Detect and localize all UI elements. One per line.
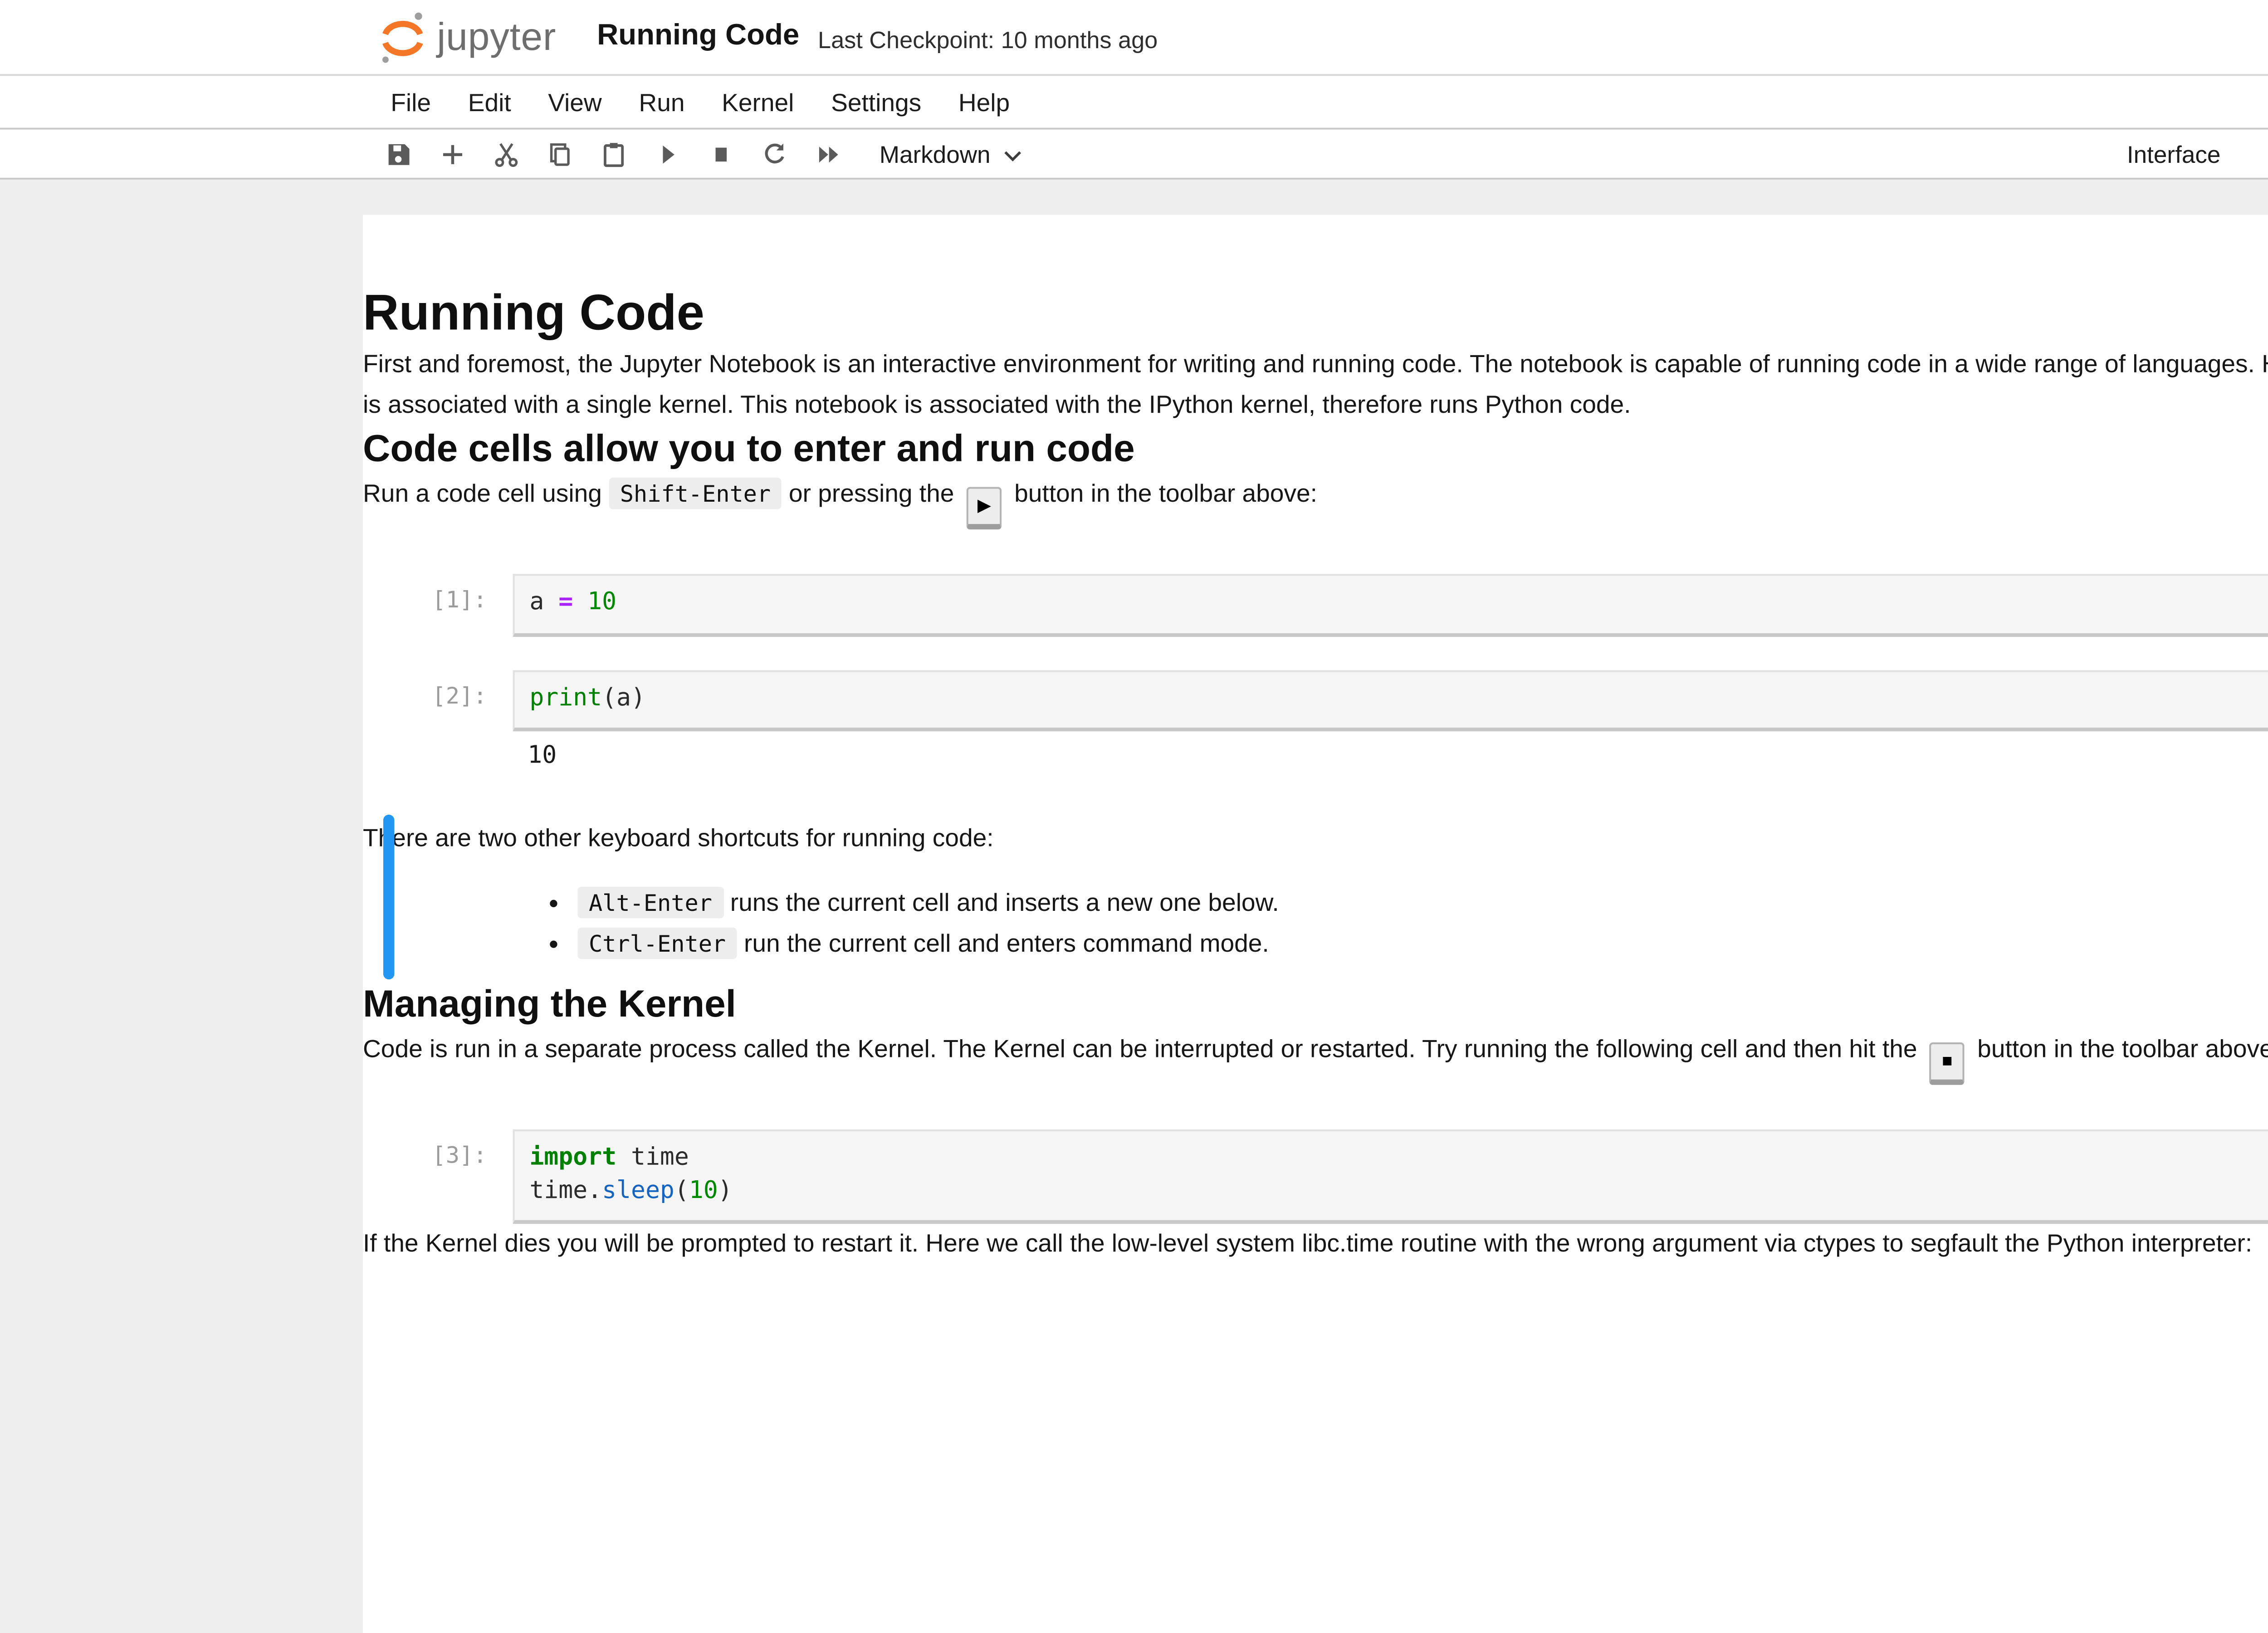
menu-view[interactable]: View bbox=[529, 76, 620, 127]
inline-code: Ctrl-Enter bbox=[577, 928, 737, 960]
jupyter-logo[interactable]: jupyter bbox=[378, 8, 557, 66]
interface-button[interactable]: Interface bbox=[2127, 140, 2221, 167]
execution-count-prompt: [1]: bbox=[432, 587, 487, 614]
execution-count-prompt: [2]: bbox=[432, 683, 487, 709]
markdown-paragraph-run[interactable]: Run a code cell using Shift-Enter or pre… bbox=[363, 474, 2268, 530]
code-cell-input[interactable]: import time time.sleep(10) bbox=[513, 1129, 2268, 1224]
inline-code: Alt-Enter bbox=[577, 886, 723, 918]
markdown-paragraph-shortcuts: There are two other keyboard shortcuts f… bbox=[363, 824, 994, 852]
notebook-scroll-area[interactable]: Running Code First and foremost, the Jup… bbox=[0, 179, 2268, 1633]
markdown-h1[interactable]: Running Code bbox=[363, 215, 2268, 344]
notebook-document: Running Code First and foremost, the Jup… bbox=[363, 215, 2268, 1633]
menu-file[interactable]: File bbox=[378, 76, 450, 127]
code-cell-2: [2]: print(a) 10 bbox=[363, 670, 2268, 775]
shortcut-list-item: Ctrl-Enter run the current cell and ente… bbox=[577, 924, 2268, 966]
menu-run[interactable]: Run bbox=[621, 76, 704, 127]
code-cell-3: [3]: import time time.sleep(10) bbox=[363, 1129, 2268, 1224]
cut-cell-icon[interactable] bbox=[491, 139, 520, 168]
markdown-paragraph-intro[interactable]: First and foremost, the Jupyter Notebook… bbox=[363, 344, 2268, 424]
stop-icon[interactable] bbox=[705, 139, 735, 168]
jupyter-wordmark: jupyter bbox=[437, 16, 557, 59]
cell-type-value: Markdown bbox=[879, 140, 991, 168]
copy-cell-icon[interactable] bbox=[544, 139, 574, 168]
markdown-h2-code-cells[interactable]: Code cells allow you to enter and run co… bbox=[363, 424, 2268, 474]
chevron-down-icon bbox=[1004, 150, 1021, 161]
selected-cell-indicator-bar bbox=[383, 815, 395, 979]
jupyter-notebook-window: jupyter Running Code Last Checkpoint: 10… bbox=[0, 0, 2268, 1633]
insert-cell-below-icon[interactable] bbox=[437, 139, 466, 168]
menu-settings[interactable]: Settings bbox=[812, 76, 940, 127]
menu-kernel[interactable]: Kernel bbox=[703, 76, 812, 127]
inline-code: Shift-Enter bbox=[609, 478, 782, 509]
toolbar-right: Interface Python 3 (ipykernel) bbox=[2127, 140, 2268, 167]
run-inline-icon: ▶ bbox=[966, 487, 1002, 530]
markdown-h2-kernel[interactable]: Managing the Kernel bbox=[363, 979, 2268, 1029]
shortcut-list: Alt-Enter runs the current cell and inse… bbox=[520, 883, 2268, 966]
run-icon[interactable] bbox=[652, 139, 681, 168]
menu-help[interactable]: Help bbox=[940, 76, 1028, 127]
execution-count-prompt: [3]: bbox=[432, 1142, 487, 1169]
stop-inline-icon: ■ bbox=[1930, 1042, 1965, 1085]
markdown-paragraph-kernel[interactable]: Code is run in a separate process called… bbox=[363, 1029, 2268, 1085]
markdown-paragraph-segfault[interactable]: If the Kernel dies you will be prompted … bbox=[363, 1224, 2268, 1264]
code-cell-input[interactable]: print(a) bbox=[513, 670, 2268, 732]
jupyter-planet-icon bbox=[382, 11, 423, 62]
menu-bar: File Edit View Run Kernel Settings Help bbox=[0, 76, 2268, 130]
toolbar: Markdown Interface Python 3 (ipykernel) bbox=[0, 129, 2268, 180]
code-cell-output: 10 bbox=[528, 743, 557, 771]
restart-run-all-icon[interactable] bbox=[813, 139, 842, 168]
menu-edit[interactable]: Edit bbox=[450, 76, 530, 127]
last-checkpoint-label: Last Checkpoint: 10 months ago bbox=[818, 25, 1158, 53]
shortcut-list-item: Alt-Enter runs the current cell and inse… bbox=[577, 883, 2268, 924]
restart-kernel-icon[interactable] bbox=[759, 139, 788, 168]
code-cell-input[interactable]: a = 10 bbox=[513, 574, 2268, 637]
notebook-title[interactable]: Running Code bbox=[597, 20, 799, 54]
paste-cell-icon[interactable] bbox=[598, 139, 627, 168]
save-icon[interactable] bbox=[383, 139, 413, 168]
selected-markdown-cell[interactable]: There are two other keyboard shortcuts f… bbox=[363, 815, 2268, 979]
toolbar-buttons bbox=[383, 139, 866, 168]
code-cell-1: [1]: a = 10 bbox=[363, 574, 2268, 637]
notebook-header: jupyter Running Code Last Checkpoint: 10… bbox=[0, 0, 2268, 76]
cell-type-dropdown[interactable]: Markdown bbox=[880, 140, 1022, 167]
